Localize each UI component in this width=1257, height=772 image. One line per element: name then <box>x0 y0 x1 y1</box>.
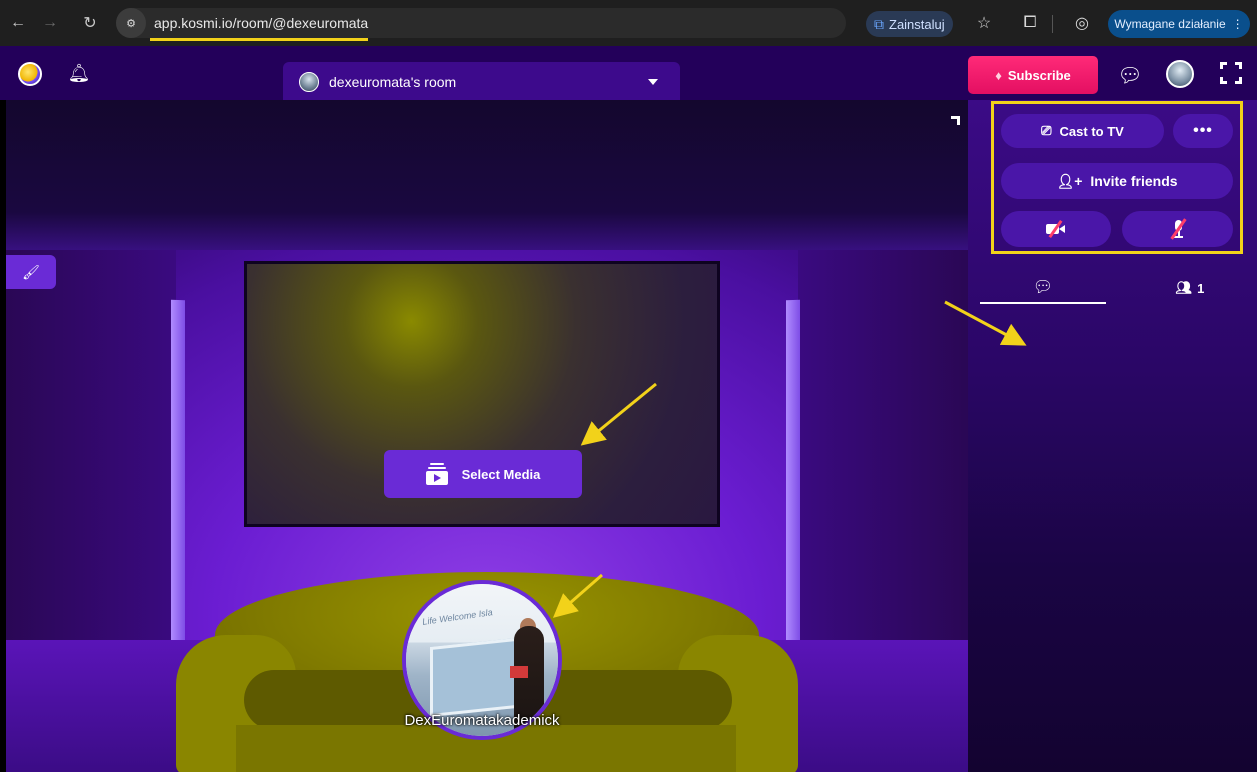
back-icon[interactable]: ← <box>4 9 32 37</box>
bookmark-star-icon[interactable]: ☆ <box>972 11 996 35</box>
avatar[interactable] <box>1166 60 1194 88</box>
room-avatar <box>299 72 319 92</box>
members-icon: 👥︎ <box>1175 280 1193 295</box>
camera-off-icon <box>1046 219 1066 239</box>
site-info-icon[interactable]: ⚙ <box>116 8 146 38</box>
mic-off-icon <box>1169 218 1187 240</box>
member-photo-sign: Life Welcome Isla <box>421 607 494 627</box>
install-icon: ⧉ <box>874 15 884 32</box>
install-app-button[interactable]: ⧉ Zainstaluj <box>866 11 953 37</box>
install-label: Zainstaluj <box>889 16 945 32</box>
tab-chat[interactable]: 💬︎ <box>980 272 1106 304</box>
member-count: 1 <box>1197 280 1205 296</box>
member-name-label: DexEuromatakademick <box>404 712 560 729</box>
profile-icon[interactable]: ◎ <box>1070 11 1094 35</box>
fullscreen-icon[interactable] <box>1220 62 1242 84</box>
room-ceiling <box>6 100 968 260</box>
reload-icon[interactable]: ↻ <box>76 9 104 37</box>
more-options-button[interactable]: ••• <box>1173 114 1233 148</box>
tab-members[interactable]: 👥︎ 1 <box>1140 272 1240 304</box>
select-media-button[interactable]: Select Media <box>384 450 582 498</box>
chat-tab-icon: 💬︎ <box>1032 279 1054 296</box>
select-media-label: Select Media <box>461 466 541 482</box>
media-library-icon <box>425 463 448 485</box>
room-selector[interactable]: dexeuromata's room <box>283 62 680 102</box>
chevron-down-icon <box>648 79 658 85</box>
bell-icon[interactable]: 🔔︎ <box>66 60 92 86</box>
paint-brush-icon[interactable]: 🖌︎ <box>6 255 56 289</box>
virtual-room-stage: Select Media 🖌︎ Life Welcome Isla DexEur… <box>6 100 968 772</box>
microphone-toggle-button[interactable] <box>1122 211 1233 247</box>
cast-icon: ⎚ <box>1041 123 1052 138</box>
kosmi-logo-icon[interactable] <box>18 62 42 86</box>
forward-icon[interactable]: → <box>36 9 64 37</box>
more-icon: ••• <box>1193 122 1213 139</box>
required-action-label: Wymagane działanie <box>1114 17 1226 31</box>
url-text[interactable]: app.kosmi.io/room/@dexeuromata <box>154 15 368 31</box>
browser-toolbar: ← → ↻ ⚙ app.kosmi.io/room/@dexeuromata ⧉… <box>0 0 1257 46</box>
invite-label: Invite friends <box>1090 173 1178 189</box>
video-screen[interactable]: Select Media <box>244 261 720 527</box>
required-action-button[interactable]: Wymagane działanie ⋮ <box>1108 10 1250 38</box>
subscribe-button[interactable]: ♦ Subscribe <box>968 56 1098 94</box>
extensions-icon[interactable]: ⧠ <box>1018 11 1042 35</box>
subscribe-label: Subscribe <box>1007 67 1071 83</box>
url-annotation-underline <box>150 38 368 41</box>
camera-toggle-button[interactable] <box>1001 211 1111 247</box>
toolbar-divider <box>1052 15 1053 33</box>
address-bar[interactable]: ⚙ app.kosmi.io/room/@dexeuromata <box>116 8 846 38</box>
room-name: dexeuromata's room <box>329 74 457 90</box>
add-user-icon: 👤︎+ <box>1056 172 1083 189</box>
cast-label: Cast to TV <box>1059 123 1124 139</box>
gem-icon: ♦ <box>995 67 1002 83</box>
invite-friends-button[interactable]: 👤︎+ Invite friends <box>1001 163 1233 199</box>
chat-bubble-icon[interactable]: 💬︎ <box>1116 62 1144 88</box>
cast-to-tv-button[interactable]: ⎚ Cast to TV <box>1001 114 1164 148</box>
menu-icon: ⋮ <box>1231 17 1244 31</box>
collapse-corner-icon[interactable] <box>951 116 960 125</box>
